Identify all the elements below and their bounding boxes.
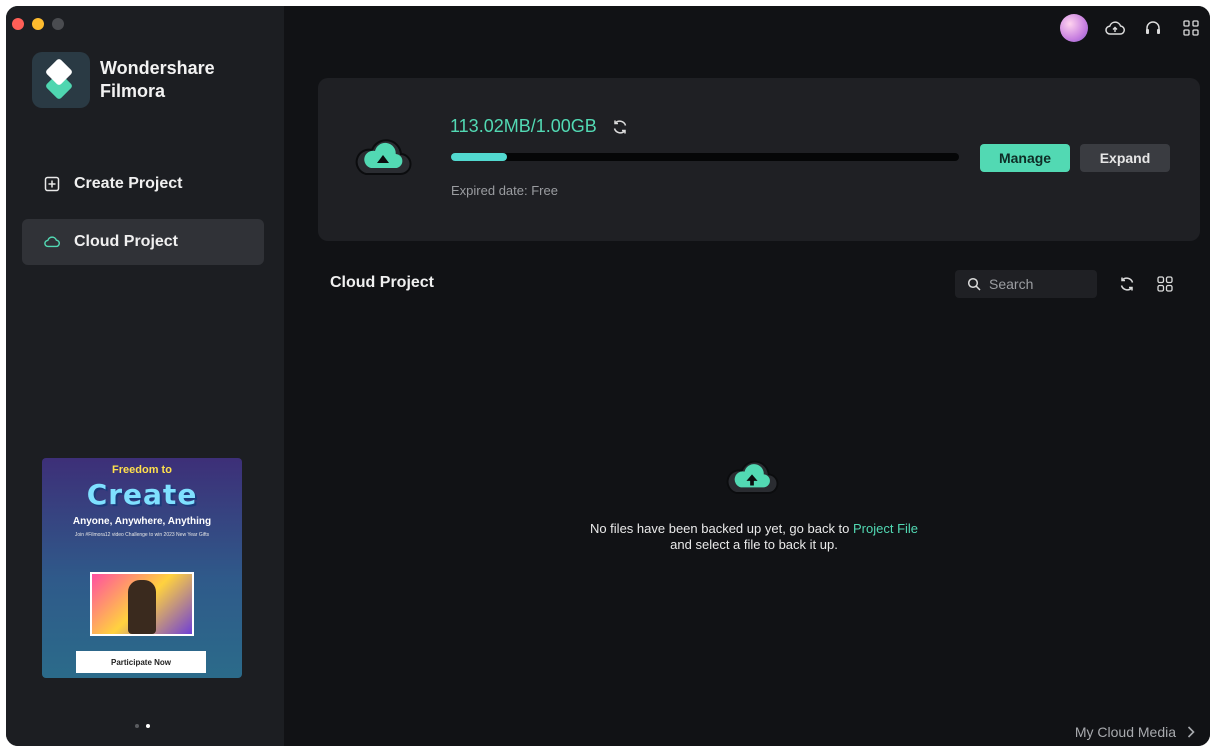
project-file-link[interactable]: Project File bbox=[853, 521, 918, 536]
grid-view-icon[interactable] bbox=[1154, 273, 1176, 295]
filmora-logo-icon bbox=[32, 52, 90, 108]
cloud-upload-icon[interactable] bbox=[1104, 17, 1126, 39]
sidebar-item-create-project[interactable]: Create Project bbox=[22, 161, 264, 207]
plus-square-icon bbox=[44, 176, 60, 192]
search-box[interactable] bbox=[955, 270, 1097, 298]
close-window-button[interactable] bbox=[12, 18, 24, 30]
apps-grid-icon[interactable] bbox=[1180, 17, 1202, 39]
sidebar: Wondershare Filmora Create Project Cloud… bbox=[6, 6, 284, 746]
storage-progress-fill bbox=[451, 153, 507, 161]
refresh-list-icon[interactable] bbox=[1116, 273, 1138, 295]
promo-pager bbox=[135, 724, 150, 728]
chevron-right-icon bbox=[1186, 725, 1196, 739]
window-controls bbox=[12, 18, 64, 30]
promo-small-text: Join #Filmora12 video Challenge to win 2… bbox=[74, 532, 210, 538]
empty-state-text: No files have been backed up yet, go bac… bbox=[589, 521, 854, 536]
expand-button[interactable]: Expand bbox=[1080, 144, 1170, 172]
sidebar-item-label: Cloud Project bbox=[74, 233, 179, 250]
promo-image bbox=[90, 572, 194, 636]
storage-panel: 113.02MB/1.00GB Expired date: Free Manag… bbox=[318, 78, 1200, 241]
pager-dot-active[interactable] bbox=[146, 724, 150, 728]
sidebar-item-label: Create Project bbox=[74, 175, 183, 192]
storage-usage-text: 113.02MB/1.00GB bbox=[450, 116, 597, 136]
manage-button[interactable]: Manage bbox=[980, 144, 1070, 172]
my-cloud-media-link[interactable]: My Cloud Media bbox=[1075, 724, 1196, 740]
empty-state-line1: No files have been backed up yet, go bac… bbox=[504, 521, 1004, 536]
expired-date: Expired date: Free bbox=[451, 183, 558, 198]
refresh-storage-icon[interactable] bbox=[611, 118, 629, 136]
participate-now-button[interactable]: Participate Now bbox=[76, 651, 206, 673]
promo-line1: Freedom to bbox=[112, 464, 172, 476]
empty-state-line2: and select a file to back it up. bbox=[670, 537, 838, 552]
cloud-icon bbox=[44, 234, 60, 250]
brand-name: Wondershare Filmora bbox=[100, 58, 215, 101]
main-content: 113.02MB/1.00GB Expired date: Free Manag… bbox=[284, 6, 1210, 746]
storage-usage: 113.02MB/1.00GB bbox=[450, 116, 629, 137]
my-cloud-media-label: My Cloud Media bbox=[1074, 724, 1176, 740]
promo-tagline: Anyone, Anywhere, Anything bbox=[72, 516, 212, 527]
top-toolbar bbox=[1060, 14, 1202, 42]
search-icon bbox=[967, 277, 981, 291]
search-input[interactable] bbox=[989, 276, 1089, 292]
sidebar-item-cloud-project[interactable]: Cloud Project bbox=[22, 219, 264, 265]
empty-cloud-upload-icon bbox=[724, 454, 780, 504]
minimize-window-button[interactable] bbox=[32, 18, 44, 30]
avatar[interactable] bbox=[1060, 14, 1088, 42]
promo-headline: Create bbox=[86, 478, 198, 511]
app-window: Wondershare Filmora Create Project Cloud… bbox=[6, 6, 1210, 746]
pager-dot[interactable] bbox=[135, 724, 139, 728]
zoom-window-button[interactable] bbox=[52, 18, 64, 30]
cloud-storage-icon bbox=[354, 132, 412, 186]
section-title: Cloud Project bbox=[330, 274, 435, 291]
storage-progress-bar bbox=[451, 153, 959, 161]
promo-banner[interactable]: Freedom to Create Anyone, Anywhere, Anyt… bbox=[42, 458, 242, 678]
headset-icon[interactable] bbox=[1142, 17, 1164, 39]
brand: Wondershare Filmora bbox=[32, 52, 250, 108]
